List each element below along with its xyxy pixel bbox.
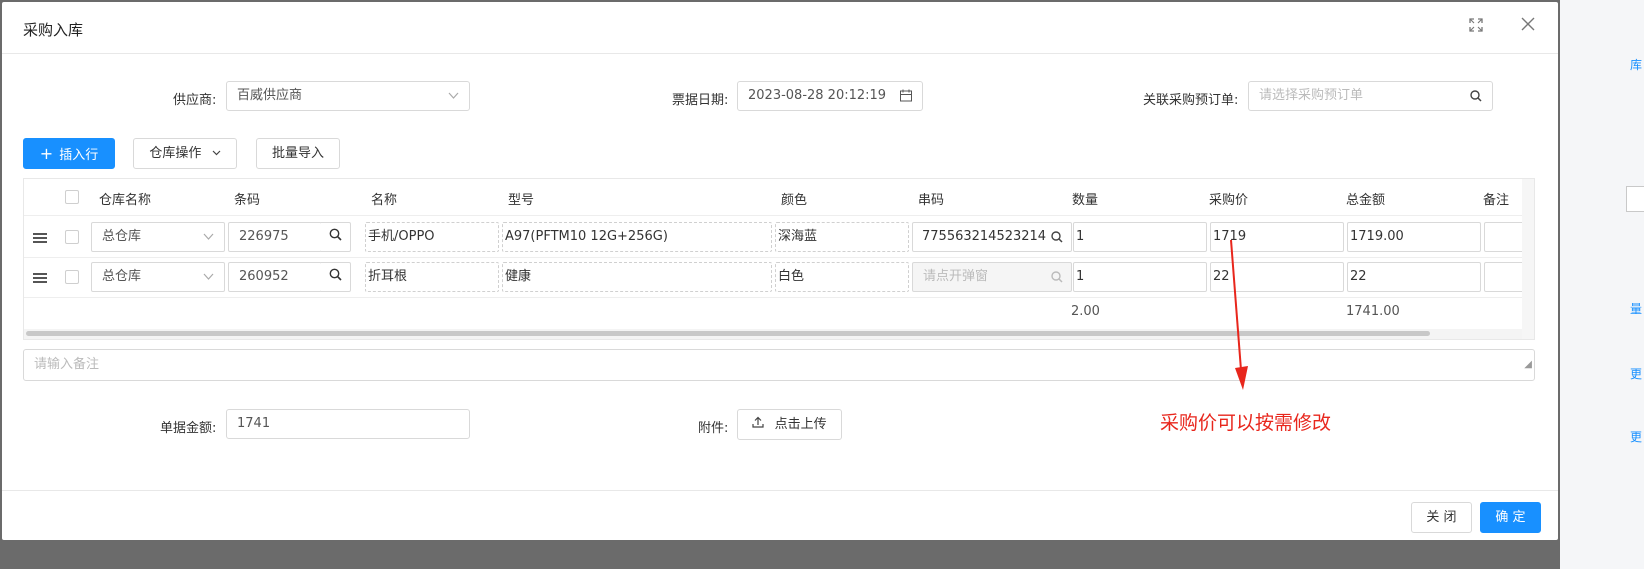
calendar-icon: [900, 82, 912, 110]
plus-icon: +: [39, 144, 54, 163]
row-checkbox[interactable]: [65, 270, 79, 284]
background-text: 库: [1630, 58, 1643, 72]
name-cell: 折耳根: [365, 262, 499, 292]
model-cell: 健康: [502, 262, 772, 292]
serial-input[interactable]: 775563214523214: [912, 222, 1072, 252]
drag-handle-icon[interactable]: [33, 233, 47, 243]
goods-table: 仓库名称 条码 名称 型号 颜色 串码 数量 采购价 总金额 备注 总仓库 22…: [23, 178, 1535, 340]
background-text: 更: [1630, 367, 1643, 381]
date-value: 2023-08-28 20:12:19: [748, 88, 887, 103]
row-checkbox[interactable]: [65, 230, 79, 244]
background-text: 量: [1630, 302, 1643, 316]
header-price: 采购价: [1209, 193, 1249, 208]
insert-row-label: 插入行: [59, 148, 99, 163]
related-order-input[interactable]: 请选择采购预订单: [1248, 81, 1493, 111]
search-icon[interactable]: [1051, 223, 1063, 251]
amount-label: 单据金额:: [160, 421, 217, 436]
header-qty: 数量: [1072, 193, 1099, 208]
background-button: [1626, 186, 1644, 212]
resize-handle-icon[interactable]: ◢: [1524, 350, 1532, 380]
supplier-label: 供应商:: [173, 93, 217, 108]
total-input[interactable]: 22: [1347, 262, 1481, 292]
amount-input[interactable]: 1741: [226, 409, 470, 439]
upload-label: 点击上传: [774, 417, 827, 432]
serial-value: 775563214523214: [922, 229, 1047, 244]
fullscreen-icon[interactable]: [1469, 18, 1483, 36]
header-warehouse: 仓库名称: [99, 193, 152, 208]
serial-placeholder: 请点开弹窗: [923, 269, 989, 284]
dialog-footer: 关 闭 确 定: [2, 490, 1558, 540]
supplier-select[interactable]: 百威供应商: [226, 81, 470, 111]
supplier-value: 百威供应商: [237, 88, 303, 103]
annotation-text: 采购价可以按需修改: [1160, 412, 1332, 434]
close-icon[interactable]: [1521, 17, 1535, 35]
color-cell: 深海蓝: [775, 222, 909, 252]
drag-handle-icon[interactable]: [33, 273, 47, 283]
horizontal-scrollbar[interactable]: [24, 329, 1534, 339]
dialog-header: 采购入库: [2, 2, 1558, 54]
date-picker[interactable]: 2023-08-28 20:12:19: [737, 81, 923, 111]
insert-row-button[interactable]: + 插入行: [23, 138, 115, 169]
annotation-arrow: [1230, 239, 1248, 390]
search-icon[interactable]: [1051, 263, 1063, 291]
qty-input[interactable]: 1: [1073, 222, 1207, 252]
color-cell: 白色: [775, 262, 909, 292]
remark-textarea[interactable]: 请输入备注 ◢: [23, 349, 1535, 381]
divider: [24, 215, 1534, 216]
background-page: 库 量 更 更: [1560, 0, 1644, 569]
warehouse-ops-dropdown[interactable]: 仓库操作: [133, 138, 237, 169]
vertical-scrollbar[interactable]: [1522, 179, 1534, 339]
select-all-checkbox[interactable]: [65, 190, 79, 204]
amount-value: 1741: [237, 416, 271, 431]
total-summary: 1741.00: [1346, 304, 1400, 319]
total-input[interactable]: 1719.00: [1347, 222, 1481, 252]
warehouse-ops-label: 仓库操作: [149, 146, 202, 161]
name-cell: 手机/OPPO: [365, 222, 499, 252]
warehouse-value: 总仓库: [102, 229, 142, 244]
header-remark: 备注: [1483, 193, 1510, 208]
related-order-placeholder: 请选择采购预订单: [1259, 88, 1364, 103]
qty-summary: 2.00: [1071, 304, 1100, 319]
model-cell: A97(PFTM10 12G+256G): [502, 222, 772, 252]
header-total: 总金额: [1346, 193, 1386, 208]
header-barcode: 条码: [234, 193, 261, 208]
date-label: 票据日期:: [672, 93, 729, 108]
barcode-input[interactable]: 260952: [228, 262, 322, 292]
barcode-search-button[interactable]: [321, 262, 351, 292]
confirm-button[interactable]: 确 定: [1480, 502, 1541, 533]
chevron-down-icon: [448, 82, 459, 110]
qty-input[interactable]: 1: [1073, 262, 1207, 292]
header-serial: 串码: [918, 193, 945, 208]
warehouse-select[interactable]: 总仓库: [91, 262, 225, 292]
dialog-title: 采购入库: [23, 21, 84, 39]
chevron-down-icon: [203, 223, 214, 251]
chevron-down-icon: [203, 263, 214, 291]
background-text: 更: [1630, 430, 1643, 444]
remark-placeholder: 请输入备注: [34, 357, 100, 372]
serial-input[interactable]: 请点开弹窗: [912, 262, 1072, 292]
upload-button[interactable]: 点击上传: [737, 409, 842, 440]
scrollbar-thumb[interactable]: [26, 331, 1430, 336]
warehouse-select[interactable]: 总仓库: [91, 222, 225, 252]
barcode-input[interactable]: 226975: [228, 222, 322, 252]
batch-import-button[interactable]: 批量导入: [256, 138, 340, 169]
related-order-label: 关联采购预订单:: [1143, 93, 1239, 108]
divider: [24, 257, 1534, 258]
barcode-search-button[interactable]: [321, 222, 351, 252]
search-icon: [329, 268, 342, 285]
search-icon[interactable]: [1470, 82, 1482, 110]
divider: [24, 297, 1534, 298]
chevron-down-icon: [212, 146, 221, 161]
header-name: 名称: [371, 193, 398, 208]
search-icon: [329, 228, 342, 245]
header-color: 颜色: [781, 193, 808, 208]
attachment-label: 附件:: [698, 421, 729, 436]
header-model: 型号: [508, 193, 535, 208]
warehouse-value: 总仓库: [102, 269, 142, 284]
purchase-inbound-dialog: 采购入库 供应商: 百威供应商 票据日期: 2023-08-28 20:12:1…: [2, 2, 1558, 540]
upload-icon: [752, 416, 768, 432]
close-button[interactable]: 关 闭: [1411, 502, 1472, 533]
